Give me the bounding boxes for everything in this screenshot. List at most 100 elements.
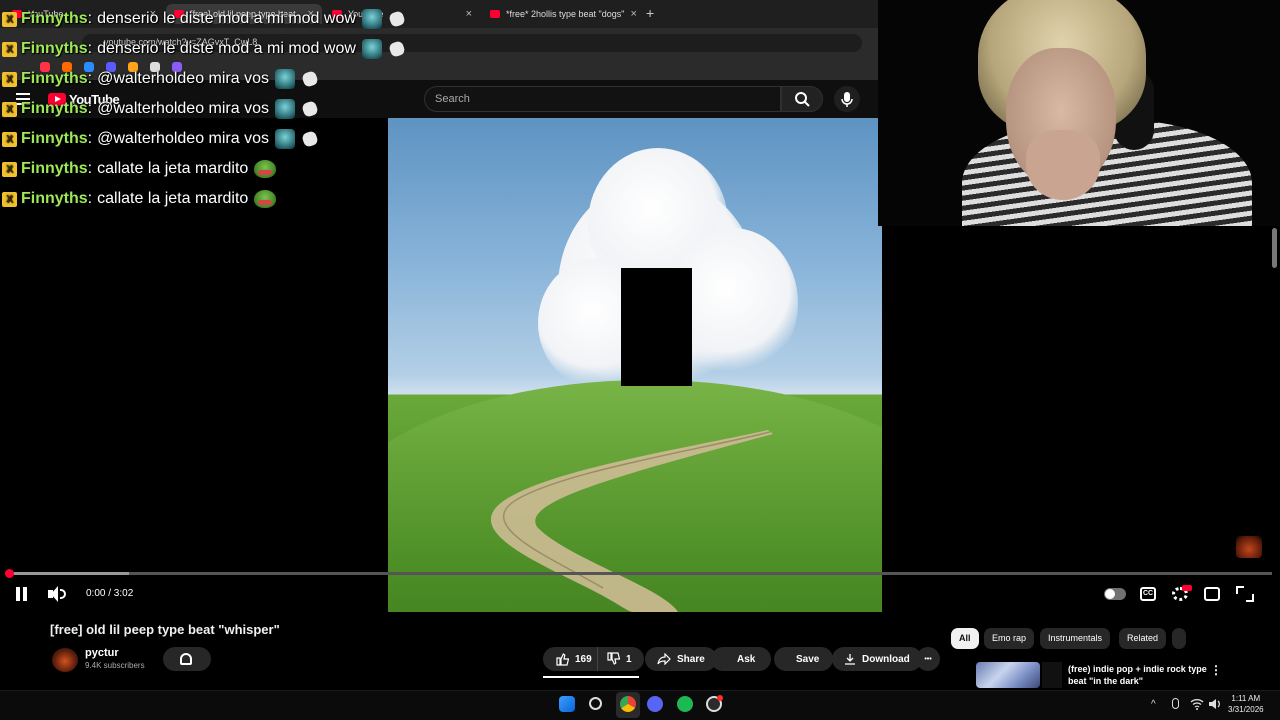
teal-emote-icon — [361, 9, 382, 29]
chat-badge-icon: X — [2, 71, 17, 87]
channel-avatar[interactable] — [52, 648, 78, 672]
chip-overflow[interactable] — [1172, 628, 1186, 649]
spotify-icon[interactable] — [677, 696, 693, 712]
search-button[interactable] — [781, 86, 823, 112]
chat-message: X Finnyths: callate la jeta mardito — [2, 158, 277, 180]
teal-emote-icon — [275, 69, 295, 89]
chat-username: Finnyths — [21, 10, 88, 27]
recommended-menu-icon[interactable]: ⋮ — [1210, 663, 1222, 677]
new-tab-button[interactable]: + — [646, 5, 654, 21]
chat-text: callate la jeta mardito — [97, 190, 249, 207]
chat-badge-icon: X — [2, 191, 17, 207]
chat-text: callate la jeta mardito — [97, 160, 249, 177]
chat-badge-icon: X — [2, 41, 17, 57]
teal-emote-icon — [361, 39, 382, 59]
windows-taskbar — [0, 690, 1280, 720]
black-monolith — [621, 268, 692, 386]
windows-icon[interactable] — [559, 696, 575, 712]
mic-tray-icon[interactable] — [1172, 698, 1179, 709]
chat-message: X Finnyths: @walterholdeo mira vos — [2, 98, 319, 120]
chat-message: X Finnyths: @walterholdeo mira vos — [2, 128, 319, 150]
frog-emote-icon — [254, 160, 277, 178]
chat-separator: : — [87, 100, 93, 117]
wifi-icon[interactable] — [1190, 698, 1204, 710]
channel-watermark[interactable] — [1236, 536, 1262, 558]
chat-text: @walterholdeo mira vos — [97, 100, 269, 117]
fullscreen-icon[interactable] — [1236, 586, 1254, 602]
thumbs-down-icon — [607, 652, 620, 665]
dislike-button[interactable]: 1 — [597, 647, 644, 671]
hand-emote-icon — [301, 130, 319, 148]
mic-icon — [841, 92, 853, 107]
voice-search-button[interactable] — [834, 86, 860, 112]
search-input[interactable]: Search — [424, 86, 781, 112]
speaker-icon[interactable] — [1208, 698, 1222, 710]
chip-related[interactable]: Related — [1119, 628, 1167, 649]
chrome-icon[interactable] — [620, 696, 636, 712]
channel-name[interactable]: pyctur — [85, 647, 119, 659]
buffer-bar — [8, 572, 129, 575]
chat-message: X Finnyths: denserio le diste mod a mi m… — [2, 8, 406, 30]
chat-message: X Finnyths: denserio le diste mod a mi m… — [2, 38, 406, 60]
like-ratio-underline — [543, 676, 639, 678]
like-button[interactable]: 169 — [543, 647, 600, 671]
chat-separator: : — [87, 40, 93, 57]
chip-all[interactable]: All — [951, 628, 979, 649]
tab-close-icon[interactable]: × — [630, 8, 636, 20]
frog-emote-icon — [254, 190, 277, 208]
clock-time: 1:11 AM — [1231, 694, 1261, 703]
chat-text: @walterholdeo mira vos — [97, 130, 269, 147]
chip-emo-rap[interactable]: Emo rap — [984, 628, 1035, 649]
download-button[interactable]: Download — [832, 647, 922, 671]
teal-emote-icon — [275, 99, 295, 119]
chip-instrumentals[interactable]: Instrumentals — [1040, 628, 1111, 649]
hand-emote-icon — [301, 100, 319, 118]
system-clock[interactable]: 1:11 AM 3/31/2026 — [1228, 693, 1264, 715]
ask-label: Ask — [737, 653, 756, 665]
progress-bar[interactable] — [5, 569, 1272, 578]
discord-icon[interactable] — [647, 696, 663, 712]
chat-text: @walterholdeo mira vos — [97, 70, 269, 87]
hd-badge — [1182, 585, 1192, 591]
teal-emote-icon — [275, 129, 295, 149]
save-label: Save — [796, 653, 820, 665]
chat-separator: : — [87, 10, 93, 27]
video-title: [free] old lil peep type beat "whisper" — [50, 622, 280, 637]
tab-label: *free* 2hollis type beat "dogs" — [506, 9, 625, 19]
tab-close-icon[interactable]: × — [466, 8, 472, 20]
chat-username: Finnyths — [21, 130, 88, 147]
recommended-thumbnail[interactable] — [976, 662, 1040, 688]
bell-icon — [180, 653, 192, 665]
share-icon — [657, 653, 671, 665]
video-frame[interactable] — [388, 118, 882, 612]
volume-icon[interactable] — [48, 586, 66, 602]
download-icon — [845, 654, 855, 665]
chat-message: X Finnyths: @walterholdeo mira vos — [2, 68, 319, 90]
tray-overflow-icon[interactable]: ^ — [1151, 699, 1156, 710]
chat-username: Finnyths — [21, 70, 88, 87]
recommended-title[interactable]: (free) indie pop + indie rock type beat … — [1068, 663, 1208, 687]
pause-icon[interactable] — [14, 586, 32, 602]
clock-date: 3/31/2026 — [1228, 705, 1264, 714]
captions-button[interactable]: CC — [1140, 587, 1156, 601]
chat-badge-icon: X — [2, 101, 17, 117]
share-button[interactable]: Share — [645, 647, 717, 671]
chat-badge-icon: X — [2, 131, 17, 147]
webcam-hand — [1026, 130, 1100, 200]
search-icon — [795, 92, 810, 107]
save-button[interactable]: Save — [774, 647, 834, 671]
search-icon[interactable] — [589, 697, 602, 710]
hand-emote-icon — [387, 40, 406, 58]
chat-text: denserio le diste mod a mi mod wow — [97, 10, 356, 27]
more-actions-button[interactable]: ••• — [916, 647, 940, 671]
ask-button[interactable]: Ask — [711, 647, 772, 671]
recommended-thumbnail-edge — [1042, 662, 1062, 688]
notification-bell-button[interactable] — [163, 647, 211, 671]
scrubber-handle[interactable] — [5, 569, 14, 578]
time-display: 0:00 / 3:02 — [86, 588, 134, 599]
scrollbar-thumb[interactable] — [1272, 228, 1277, 268]
browser-tab[interactable]: *free* 2hollis type beat "dogs" × — [482, 4, 640, 24]
theater-mode-icon[interactable] — [1204, 587, 1220, 601]
autoplay-toggle[interactable] — [1104, 588, 1126, 600]
subscriber-count: 9.4K subscribers — [85, 661, 145, 670]
